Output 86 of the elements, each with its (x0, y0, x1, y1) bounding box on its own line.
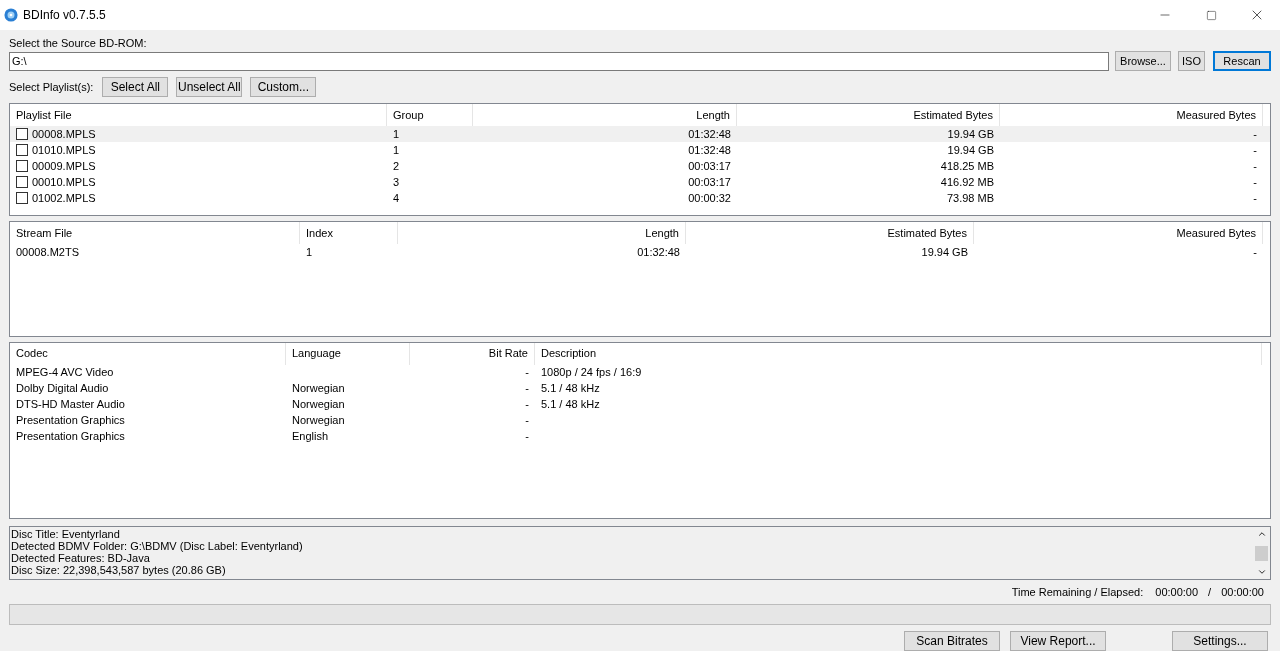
table-cell-text: MPEG-4 AVC Video (16, 365, 114, 381)
source-button[interactable]: ISO (1178, 51, 1205, 71)
info-line: Disc Size: 22,398,543,587 bytes (20.86 GB) (11, 564, 227, 577)
table-cell-text: 01002.MPLS (32, 190, 96, 206)
playlist-select-button[interactable]: Select All (102, 77, 169, 97)
table-cell-text: - (1253, 244, 1257, 260)
table-cell-text: - (1253, 126, 1257, 142)
table-cell-text: 00009.MPLS (32, 158, 96, 174)
window-title: BDInfo v0.7.5.5 (23, 7, 106, 24)
table-cell-text: 01:32:48 (637, 244, 680, 260)
table-cell-text: 00010.MPLS (32, 174, 96, 190)
playlist-select-label: Select Playlist(s): (9, 79, 94, 95)
table-cell-text: 1080p / 24 fps / 16:9 (541, 365, 642, 381)
table-cell-text: 19.94 GB (921, 244, 968, 260)
source-path-field[interactable]: G:\ (9, 51, 1109, 71)
column-header[interactable]: Language (286, 342, 410, 365)
table-cell-text: - (1253, 174, 1257, 190)
table-cell-text: 00:00:32 (688, 190, 731, 206)
table-cell-text: 00:03:17 (688, 158, 731, 174)
column-header[interactable]: Description (535, 342, 1262, 365)
action-button[interactable]: Settings... (1172, 631, 1268, 651)
column-header[interactable]: Length (398, 221, 686, 244)
table-cell-text: 00008.MPLS (32, 126, 96, 142)
table-cell-text: 1 (393, 142, 400, 158)
table-cell-text: 01:32:48 (688, 126, 731, 142)
playlist-select-button[interactable]: Unselect All (176, 77, 243, 97)
table-cell-text: 19.94 GB (947, 126, 994, 142)
time-separator: / (1208, 584, 1212, 600)
column-header[interactable]: Measured Bytes (974, 221, 1263, 244)
table-cell-text: - (1253, 190, 1257, 206)
info-line: Detected Features: BD-Java (11, 552, 151, 565)
source-button[interactable]: Rescan (1213, 51, 1271, 71)
column-header[interactable]: Stream File (10, 221, 300, 244)
table-cell-text: 00008.M2TS (16, 244, 79, 260)
table-cell-text: 00:03:17 (688, 174, 731, 190)
table-cell-text: 01010.MPLS (32, 142, 96, 158)
table-cell-text: - (1253, 158, 1257, 174)
table-cell-text: - (525, 397, 529, 413)
column-header[interactable]: Codec (10, 342, 286, 365)
playlist-row[interactable]: 00008.MPLS 1 01:32:48 19.94 GB - (10, 126, 1270, 142)
table-cell-text: Norwegian (292, 413, 345, 429)
action-button[interactable]: Scan Bitrates (904, 631, 1000, 651)
checkbox[interactable] (16, 192, 28, 204)
time-label: Time Remaining / Elapsed: (1011, 584, 1144, 600)
table-cell-text: 4 (393, 190, 400, 206)
column-header[interactable]: Bit Rate (410, 342, 535, 365)
table-cell-text: - (525, 365, 529, 381)
info-line: Disc Title: Eventyrland (11, 528, 121, 541)
table-cell-text: Norwegian (292, 397, 345, 413)
table-cell-text: 5.1 / 48 kHz (541, 397, 600, 413)
column-header[interactable]: Index (300, 221, 398, 244)
table-cell-text: 2 (393, 158, 400, 174)
table-cell-text: English (292, 429, 329, 445)
disc-icon (4, 8, 18, 22)
table-cell-text: 19.94 GB (947, 142, 994, 158)
scroll-thumb[interactable] (1255, 545, 1268, 561)
table-cell-text: Presentation Graphics (16, 429, 125, 445)
table-cell-text: 5.1 / 48 kHz (541, 381, 600, 397)
table-cell-text: Norwegian (292, 381, 345, 397)
table-cell-text: 01:32:48 (688, 142, 731, 158)
table-cell-text: - (1253, 142, 1257, 158)
table-cell-text: DTS-HD Master Audio (16, 397, 125, 413)
table-cell-text: 73.98 MB (946, 190, 994, 206)
table-cell-text: 418.25 MB (940, 158, 994, 174)
time-elapsed: 00:00:00 (1221, 584, 1264, 600)
table-cell-text: 3 (393, 174, 400, 190)
action-button[interactable]: View Report... (1010, 631, 1106, 651)
time-remaining: 00:00:00 (1155, 584, 1199, 600)
checkbox[interactable] (16, 160, 28, 172)
table-cell-text: Dolby Digital Audio (16, 381, 109, 397)
checkbox[interactable] (16, 128, 28, 140)
source-label: Select the Source BD-ROM: (9, 36, 148, 50)
checkbox[interactable] (16, 176, 28, 188)
table-cell-text: 1 (306, 244, 313, 260)
playlist-select-button[interactable]: Custom... (250, 77, 317, 97)
table-cell-text: - (525, 381, 529, 397)
info-line: Detected BDMV Folder: G:\BDMV (Disc Label: Eventyrland) (11, 540, 304, 553)
table-cell-text: Presentation Graphics (16, 413, 125, 429)
checkbox[interactable] (16, 144, 28, 156)
table-cell-text: - (525, 429, 529, 445)
column-header[interactable]: Estimated Bytes (686, 221, 974, 244)
table-cell-text: 416.92 MB (940, 174, 994, 190)
source-button[interactable]: Browse... (1115, 51, 1171, 71)
table-cell-text: - (525, 413, 529, 429)
table-cell-text: 1 (393, 126, 400, 142)
maximize-icon (1205, 9, 1217, 21)
